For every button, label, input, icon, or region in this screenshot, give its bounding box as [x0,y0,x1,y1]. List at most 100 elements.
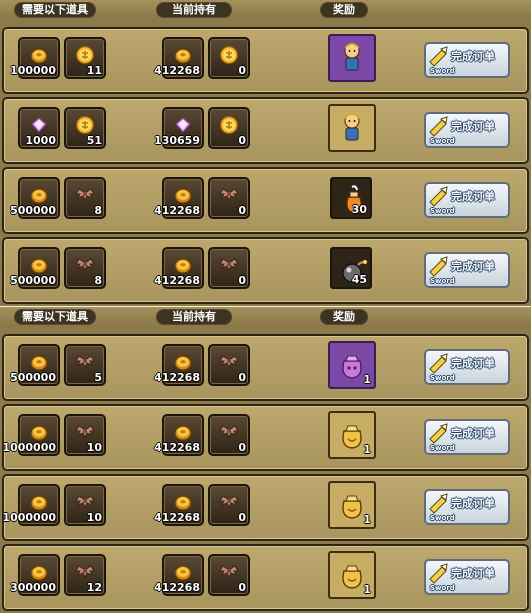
complete-order-label: 完成订单 [451,50,495,63]
need-item-count: 1000000 [2,511,56,524]
have-item-slot[interactable]: 0 [208,107,250,149]
order-row: 500000 5 412268 0 1 完成订单 Sword [2,334,529,401]
have-item-count: 130659 [154,134,200,147]
have-item-count: 0 [238,274,246,287]
need-item-count: 1000 [25,134,56,147]
have-item-count: 412268 [154,64,200,77]
need-item-slot[interactable]: 1000000 [2,414,60,456]
reward-slot[interactable]: 30 [330,177,372,219]
have-item-count: 0 [238,441,246,454]
have-item-count: 412268 [154,441,200,454]
reward-slot[interactable]: 1 [328,341,376,389]
need-item-slot[interactable]: 1000 [18,107,60,149]
complete-order-label: 完成订单 [451,567,495,580]
need-item-count: 10 [86,441,102,454]
need-item-slot[interactable]: 100000 [10,37,60,79]
need-item-slot[interactable]: 5 [64,344,106,386]
have-item-count: 0 [238,371,246,384]
have-item-count: 0 [238,64,246,77]
complete-order-button[interactable]: 完成订单 Sword [424,419,510,455]
order-row: 1000000 10 412268 0 1 完成订单 Sword [2,474,529,541]
need-item-slot[interactable]: 10 [64,484,106,526]
reward-slot[interactable]: 1 [328,411,376,459]
need-item-slot[interactable]: 500000 [10,344,60,386]
have-item-slot[interactable]: 0 [208,344,250,386]
reward-slot[interactable] [328,104,376,152]
have-item-count: 412268 [154,511,200,524]
have-item-count: 412268 [154,204,200,217]
need-item-count: 500000 [10,274,56,287]
order-panel: 需要以下道具 当前持有 奖励 100000 11 412268 0 完成订单 Sword 1000… [0,0,531,306]
order-row: 500000 8 412268 0 45 完成订单 Sword [2,237,529,304]
reward-count: 30 [351,203,367,216]
have-item-slot[interactable]: 0 [208,414,250,456]
need-item-slot[interactable]: 8 [64,177,106,219]
order-panel: 需要以下道具 当前持有 奖励 500000 5 412268 0 1 完成订单 Sword 1000… [0,307,531,613]
have-item-slot[interactable]: 130659 [154,107,204,149]
header-reward: 奖励 [320,2,368,18]
reward-count: 1 [363,443,371,456]
need-item-slot[interactable]: 51 [64,107,106,149]
need-item-slot[interactable]: 300000 [10,554,60,596]
column-header-bar: 需要以下道具 当前持有 奖励 [0,0,531,20]
button-sub-label: Sword [430,584,455,592]
have-item-slot[interactable]: 412268 [154,37,204,79]
have-item-slot[interactable]: 0 [208,247,250,289]
complete-order-button[interactable]: 完成订单 Sword [424,112,510,148]
complete-order-button[interactable]: 完成订单 Sword [424,489,510,525]
have-item-count: 0 [238,511,246,524]
have-item-count: 412268 [154,371,200,384]
have-item-slot[interactable]: 0 [208,37,250,79]
complete-order-label: 完成订单 [451,120,495,133]
need-item-slot[interactable]: 12 [64,554,106,596]
need-item-slot[interactable]: 8 [64,247,106,289]
button-sub-label: Sword [430,514,455,522]
complete-order-label: 完成订单 [451,190,495,203]
reward-slot[interactable]: 1 [328,481,376,529]
have-item-slot[interactable]: 0 [208,554,250,596]
complete-order-label: 完成订单 [451,357,495,370]
need-item-count: 5 [94,371,102,384]
have-item-count: 0 [238,134,246,147]
have-item-slot[interactable]: 412268 [154,344,204,386]
reward-count: 1 [363,373,371,386]
have-item-slot[interactable]: 412268 [154,554,204,596]
need-item-slot[interactable]: 1000000 [2,484,60,526]
have-item-slot[interactable]: 412268 [154,177,204,219]
have-item-slot[interactable]: 412268 [154,484,204,526]
complete-order-button[interactable]: 完成订单 Sword [424,42,510,78]
have-item-slot[interactable]: 412268 [154,414,204,456]
reward-count: 1 [363,583,371,596]
need-item-slot[interactable]: 10 [64,414,106,456]
have-item-slot[interactable]: 0 [208,484,250,526]
need-item-count: 8 [94,204,102,217]
complete-order-button[interactable]: 完成订单 Sword [424,252,510,288]
complete-order-button[interactable]: 完成订单 Sword [424,559,510,595]
need-item-count: 12 [86,581,102,594]
need-item-count: 100000 [10,64,56,77]
complete-order-button[interactable]: 完成订单 Sword [424,349,510,385]
order-row: 500000 8 412268 0 30 完成订单 Sword [2,167,529,234]
header-reward: 奖励 [320,309,368,325]
have-item-count: 412268 [154,274,200,287]
button-sub-label: Sword [430,207,455,215]
need-item-slot[interactable]: 11 [64,37,106,79]
button-sub-label: Sword [430,277,455,285]
order-row: 300000 12 412268 0 1 完成订单 Sword [2,544,529,611]
complete-order-button[interactable]: 完成订单 Sword [424,182,510,218]
have-item-slot[interactable]: 0 [208,177,250,219]
complete-order-label: 完成订单 [451,260,495,273]
need-item-slot[interactable]: 500000 [10,177,60,219]
have-item-slot[interactable]: 412268 [154,247,204,289]
reward-slot[interactable]: 45 [330,247,372,289]
have-item-count: 0 [238,581,246,594]
need-item-slot[interactable]: 500000 [10,247,60,289]
need-item-count: 8 [94,274,102,287]
reward-slot[interactable]: 1 [328,551,376,599]
column-header-bar: 需要以下道具 当前持有 奖励 [0,307,531,327]
complete-order-label: 完成订单 [451,427,495,440]
reward-count: 1 [363,513,371,526]
header-need: 需要以下道具 [14,309,96,325]
reward-slot[interactable] [328,34,376,82]
need-item-count: 500000 [10,204,56,217]
